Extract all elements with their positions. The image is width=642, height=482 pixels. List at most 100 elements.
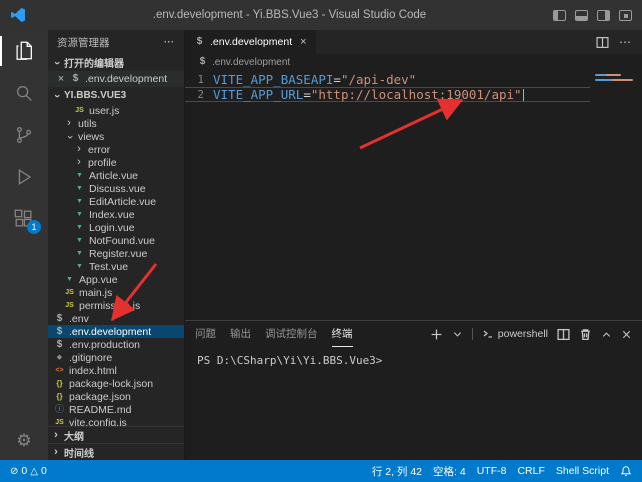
editor-tab-env-development[interactable]: $ .env.development × [185,30,316,54]
cursor-position[interactable]: 行 2, 列 42 [372,464,422,479]
tree-item[interactable]: ▼ Index.vue [48,208,184,221]
section-project[interactable]: › YI.BBS.VUE3 [48,87,184,104]
titlebar: .env.development - Yi.BBS.Vue3 - Visual … [0,0,642,30]
tree-item[interactable]: $ .env.development [48,325,184,338]
more-actions-icon[interactable]: ⋯ [164,36,176,48]
shell-icon: $ [197,57,208,67]
panel-tab-terminal[interactable]: 终端 [332,321,353,347]
tree-item[interactable]: › profile [48,156,184,169]
file-name: package.json [69,391,131,403]
file-name: utils [78,118,97,130]
file-name: error [88,144,110,156]
tree-item[interactable]: $ .env [48,312,184,325]
vue-icon: ▼ [74,185,85,192]
tree-item[interactable]: ▼ Login.vue [48,221,184,234]
shell-selector[interactable]: powershell [482,328,548,340]
status-bar: ⊘ 0 △ 0 行 2, 列 42 空格: 4 UTF-8 CRLF Shell… [0,460,642,482]
tree-item[interactable]: ▼ Discuss.vue [48,182,184,195]
activity-bar-extensions[interactable]: 1 [0,198,48,240]
bottom-panel: 问题 输出 调试控制台 终端 [185,320,642,460]
file-name: App.vue [79,274,118,286]
panel-tab-problems[interactable]: 问题 [195,321,216,347]
toggle-secondary-sidebar-icon[interactable] [597,10,610,21]
open-editor-item[interactable]: × $ .env.development [48,71,184,87]
trash-icon[interactable] [579,328,592,341]
section-outline[interactable]: › 大纲 [48,426,184,443]
json-icon: {} [54,380,65,388]
chevron-down-icon: › [51,91,62,101]
toggle-sidebar-icon[interactable] [553,10,566,21]
file-name: .env.development [69,326,151,338]
tree-item[interactable]: ▼ Test.vue [48,260,184,273]
chevron-down-icon: › [51,58,62,68]
tree-item[interactable]: <> index.html [48,364,184,377]
activity-bar-source-control[interactable] [0,114,48,156]
customize-layout-icon[interactable] [619,10,632,21]
breadcrumb[interactable]: $ .env.development [185,54,642,70]
file-name: index.html [69,365,117,377]
split-terminal-icon[interactable] [557,328,570,341]
env-key: VITE_APP_URL [213,87,303,102]
language-mode[interactable]: Shell Script [556,465,609,477]
editor-actions: ⋯ [596,30,642,54]
tree-item[interactable]: $ .env.production [48,338,184,351]
file-name: Test.vue [89,261,128,273]
activity-bar-settings[interactable]: ⚙ [0,420,48,460]
vue-icon: ▼ [74,224,85,231]
run-debug-icon [13,166,35,188]
tree-item[interactable]: ▼ Article.vue [48,169,184,182]
terminal-content[interactable]: PS D:\CSharp\Yi\Yi.BBS.Vue3> [185,347,642,460]
tree-item[interactable]: ▼ App.vue [48,273,184,286]
info-icon: ⓘ [54,405,65,414]
tree-item[interactable]: {} package.json [48,390,184,403]
activity-bar-explorer[interactable] [0,30,48,72]
breadcrumb-filename: .env.development [212,57,290,68]
tree-item[interactable]: › utils [48,117,184,130]
tree-item[interactable]: JS user.js [48,104,184,117]
split-editor-icon[interactable] [596,36,609,49]
file-tree: JS user.js › utils › views › error › pro… [48,104,184,426]
tree-item[interactable]: ◆ .gitignore [48,351,184,364]
new-terminal-icon[interactable] [430,328,443,341]
code-editor[interactable]: 1VITE_APP_BASEAPI="/api-dev" 2VITE_APP_U… [185,70,642,320]
tree-item[interactable]: {} package-lock.json [48,377,184,390]
minimap[interactable] [592,72,640,192]
indentation-setting[interactable]: 空格: 4 [433,464,466,479]
status-left: ⊘ 0 △ 0 [10,465,47,477]
close-icon[interactable] [621,329,632,340]
close-icon[interactable]: × [300,36,306,48]
panel-tab-debug-console[interactable]: 调试控制台 [265,321,318,347]
panel-actions: powershell [430,328,632,341]
js-icon: JS [74,107,85,114]
shell-icon: $ [54,314,65,324]
problems-indicator[interactable]: ⊘ 0 △ 0 [10,465,47,477]
vue-icon: ▼ [74,250,85,257]
close-icon[interactable]: × [56,73,66,85]
notifications-bell[interactable] [620,465,632,477]
vue-icon: ▼ [74,237,85,244]
tree-item[interactable]: ▼ EditArticle.vue [48,195,184,208]
tree-item[interactable]: JS permission.js [48,299,184,312]
tree-item[interactable]: › error [48,143,184,156]
chevron-up-icon[interactable] [601,329,612,340]
eol-setting[interactable]: CRLF [517,465,544,477]
section-timeline[interactable]: › 时间线 [48,443,184,460]
chevron-down-icon[interactable] [452,329,463,340]
vue-icon: ▼ [74,198,85,205]
tree-item[interactable]: ▼ Register.vue [48,247,184,260]
error-icon: ⊘ [10,466,18,477]
minimap-line [595,74,621,76]
more-actions-icon[interactable]: ⋯ [619,35,632,49]
encoding-setting[interactable]: UTF-8 [477,465,507,477]
activity-bar-search[interactable] [0,72,48,114]
section-open-editors[interactable]: › 打开的编辑器 [48,54,184,71]
html-icon: <> [54,367,65,374]
tree-item[interactable]: ▼ NotFound.vue [48,234,184,247]
panel-tab-output[interactable]: 输出 [230,321,251,347]
toggle-panel-icon[interactable] [575,10,588,21]
tree-item[interactable]: JS vite.config.js [48,416,184,426]
activity-bar-run-debug[interactable] [0,156,48,198]
tree-item[interactable]: JS main.js [48,286,184,299]
tree-item[interactable]: ⓘ README.md [48,403,184,416]
tree-item[interactable]: › views [48,130,184,143]
